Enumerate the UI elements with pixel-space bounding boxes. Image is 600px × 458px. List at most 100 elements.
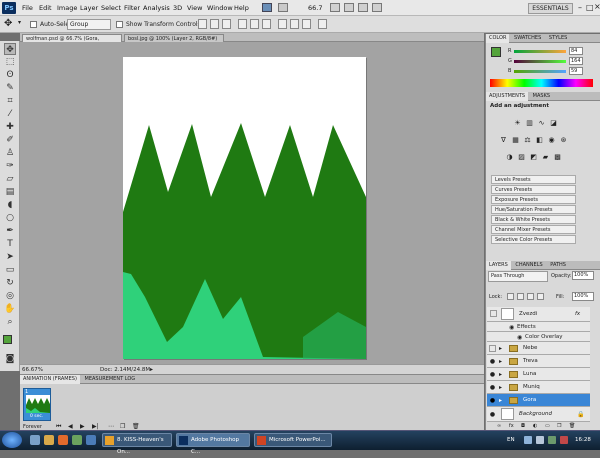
quicklaunch-app-icon[interactable] (72, 435, 82, 445)
layer-group-luna[interactable]: ● ▸ Luna (487, 368, 590, 381)
eye-icon[interactable]: ● (489, 371, 496, 378)
exposure-icon[interactable]: ◪ (549, 119, 558, 128)
new-adjustment-icon[interactable]: ◐ (533, 423, 537, 429)
opacity-value[interactable]: 100% (572, 271, 594, 280)
distribute-top-icon[interactable] (278, 19, 287, 29)
brush-tool-icon[interactable]: ✐ (4, 134, 16, 146)
blend-mode-dropdown[interactable]: Pass Through (488, 271, 548, 282)
arrange-documents-icon[interactable] (358, 3, 368, 12)
tween-icon[interactable]: ⋯ (108, 423, 114, 430)
auto-select-checkbox[interactable] (30, 21, 37, 28)
quicklaunch-firefox-icon[interactable] (58, 435, 68, 445)
expand-arrow-icon[interactable]: ▸ (499, 394, 502, 407)
3d-orbit-tool-icon[interactable]: ◎ (4, 290, 16, 302)
crop-tool-icon[interactable]: ⌗ (4, 95, 16, 107)
menu-3d[interactable]: 3D (173, 4, 182, 12)
lock-transparent-icon[interactable] (507, 293, 514, 300)
minimize-icon[interactable]: – (578, 3, 582, 12)
preset-hue-saturation[interactable]: Hue/Saturation Presets (491, 205, 576, 214)
close-icon[interactable]: × (594, 2, 600, 11)
threshold-icon[interactable]: ◩ (529, 153, 538, 162)
quicklaunch-app-icon[interactable] (86, 435, 96, 445)
hue-saturation-icon[interactable]: ▦ (511, 136, 520, 145)
bridge-icon[interactable] (262, 3, 272, 12)
mini-bridge-icon[interactable] (278, 3, 288, 12)
lock-position-icon[interactable] (527, 293, 534, 300)
tab-paths[interactable]: PATHS (547, 261, 569, 270)
maximize-icon[interactable]: □ (586, 3, 594, 12)
tool-preset-picker-icon[interactable]: ▾ (18, 19, 21, 26)
move-tool-icon[interactable]: ✥ (4, 43, 16, 55)
doc-tab-wolfman[interactable]: wolfman.psd @ 66.7% (Gora, RGB/8) * (22, 34, 122, 50)
preset-curves[interactable]: Curves Presets (491, 185, 576, 194)
tray-app-icon[interactable] (548, 436, 556, 444)
new-layer-icon[interactable]: ❐ (557, 423, 561, 429)
frame-delay[interactable]: 0 sec. (30, 414, 43, 419)
layer-group-muniq[interactable]: ● ▸ Muniq (487, 381, 590, 394)
preset-channel-mixer[interactable]: Channel Mixer Presets (491, 225, 576, 234)
quicklaunch-folder-icon[interactable] (44, 435, 54, 445)
screen-mode-icon[interactable] (372, 3, 382, 12)
preset-levels[interactable]: Levels Presets (491, 175, 576, 184)
black-white-icon[interactable]: ◧ (535, 136, 544, 145)
history-brush-tool-icon[interactable]: ✑ (4, 160, 16, 172)
next-frame-icon[interactable]: ▶| (92, 423, 99, 430)
taskbar-item-photoshop[interactable]: Adobe Photoshop C... (176, 433, 250, 455)
eraser-tool-icon[interactable]: ▱ (4, 173, 16, 185)
tab-channels[interactable]: CHANNELS (512, 261, 545, 270)
menu-select[interactable]: Select (101, 4, 121, 12)
menu-analysis[interactable]: Analysis (143, 4, 170, 12)
distribute-vcenter-icon[interactable] (290, 19, 299, 29)
align-vcenter-icon[interactable] (210, 19, 219, 29)
language-indicator[interactable]: EN (507, 437, 515, 443)
healing-brush-tool-icon[interactable]: ✚ (4, 121, 16, 133)
start-button[interactable] (2, 432, 22, 448)
layer-background[interactable]: ● Background 🔒 (487, 407, 590, 422)
document-canvas[interactable] (123, 57, 366, 359)
add-mask-icon[interactable]: ◘ (521, 423, 525, 429)
color-balance-icon[interactable]: ⚖ (523, 136, 532, 145)
expand-arrow-icon[interactable]: ▸ (499, 355, 502, 368)
quicklaunch-ie-icon[interactable] (30, 435, 40, 445)
photo-filter-icon[interactable]: ◉ (547, 136, 556, 145)
levels-icon[interactable]: ▥ (525, 119, 534, 128)
visibility-toggle[interactable] (490, 310, 497, 317)
zoom-level[interactable]: 66.7 (308, 4, 322, 12)
tray-volume-icon[interactable] (536, 436, 544, 444)
workspace-switcher[interactable]: ESSENTIALS (528, 3, 573, 14)
gradient-tool-icon[interactable]: ▤ (4, 186, 16, 198)
menu-file[interactable]: File (22, 4, 33, 12)
dodge-tool-icon[interactable]: ○ (4, 212, 16, 224)
tab-styles[interactable]: STYLES (546, 34, 570, 43)
foreground-color-swatch[interactable] (3, 335, 12, 344)
duplicate-frame-icon[interactable]: ❐ (120, 423, 125, 430)
color-ramp[interactable] (490, 79, 593, 87)
tab-adjustments[interactable]: ADJUSTMENTS (486, 92, 529, 101)
3d-rotate-tool-icon[interactable]: ↻ (4, 277, 16, 289)
new-group-icon[interactable]: ▭ (545, 423, 550, 429)
doc-tab-bosl[interactable]: bosl.jpg @ 100% (Layer 2, RGB/8#) (124, 34, 224, 42)
taskbar-item-winamp[interactable]: 8. KISS-Heaven's On... (102, 433, 172, 455)
layer-zvezdi[interactable]: Zvezdi fx (487, 307, 590, 322)
posterize-icon[interactable]: ▨ (517, 153, 526, 162)
layer-group-nebe[interactable]: ▸ Nebe (487, 342, 590, 355)
eye-icon[interactable]: ● (489, 397, 496, 404)
b-value[interactable]: 59 (569, 67, 583, 75)
brightness-contrast-icon[interactable]: ☀ (513, 119, 522, 128)
tray-network-icon[interactable] (524, 436, 532, 444)
b-slider[interactable] (514, 70, 566, 73)
hand-tool-icon[interactable] (330, 3, 340, 12)
g-slider[interactable] (514, 60, 566, 63)
menu-edit[interactable]: Edit (39, 4, 52, 12)
auto-select-dropdown[interactable]: Group (67, 19, 111, 30)
eye-icon[interactable]: ● (489, 411, 496, 418)
add-style-icon[interactable]: fx (509, 423, 514, 429)
fill-value[interactable]: 100% (572, 292, 594, 301)
tab-layers[interactable]: LAYERS (486, 261, 511, 270)
menu-window[interactable]: Window (207, 4, 233, 12)
menu-layer[interactable]: Layer (80, 4, 98, 12)
hand-tool-icon[interactable]: ✋ (4, 303, 16, 315)
channel-mixer-icon[interactable]: ⊛ (559, 136, 568, 145)
menu-view[interactable]: View (187, 4, 202, 12)
layer-fx-icon[interactable]: fx (575, 308, 580, 321)
